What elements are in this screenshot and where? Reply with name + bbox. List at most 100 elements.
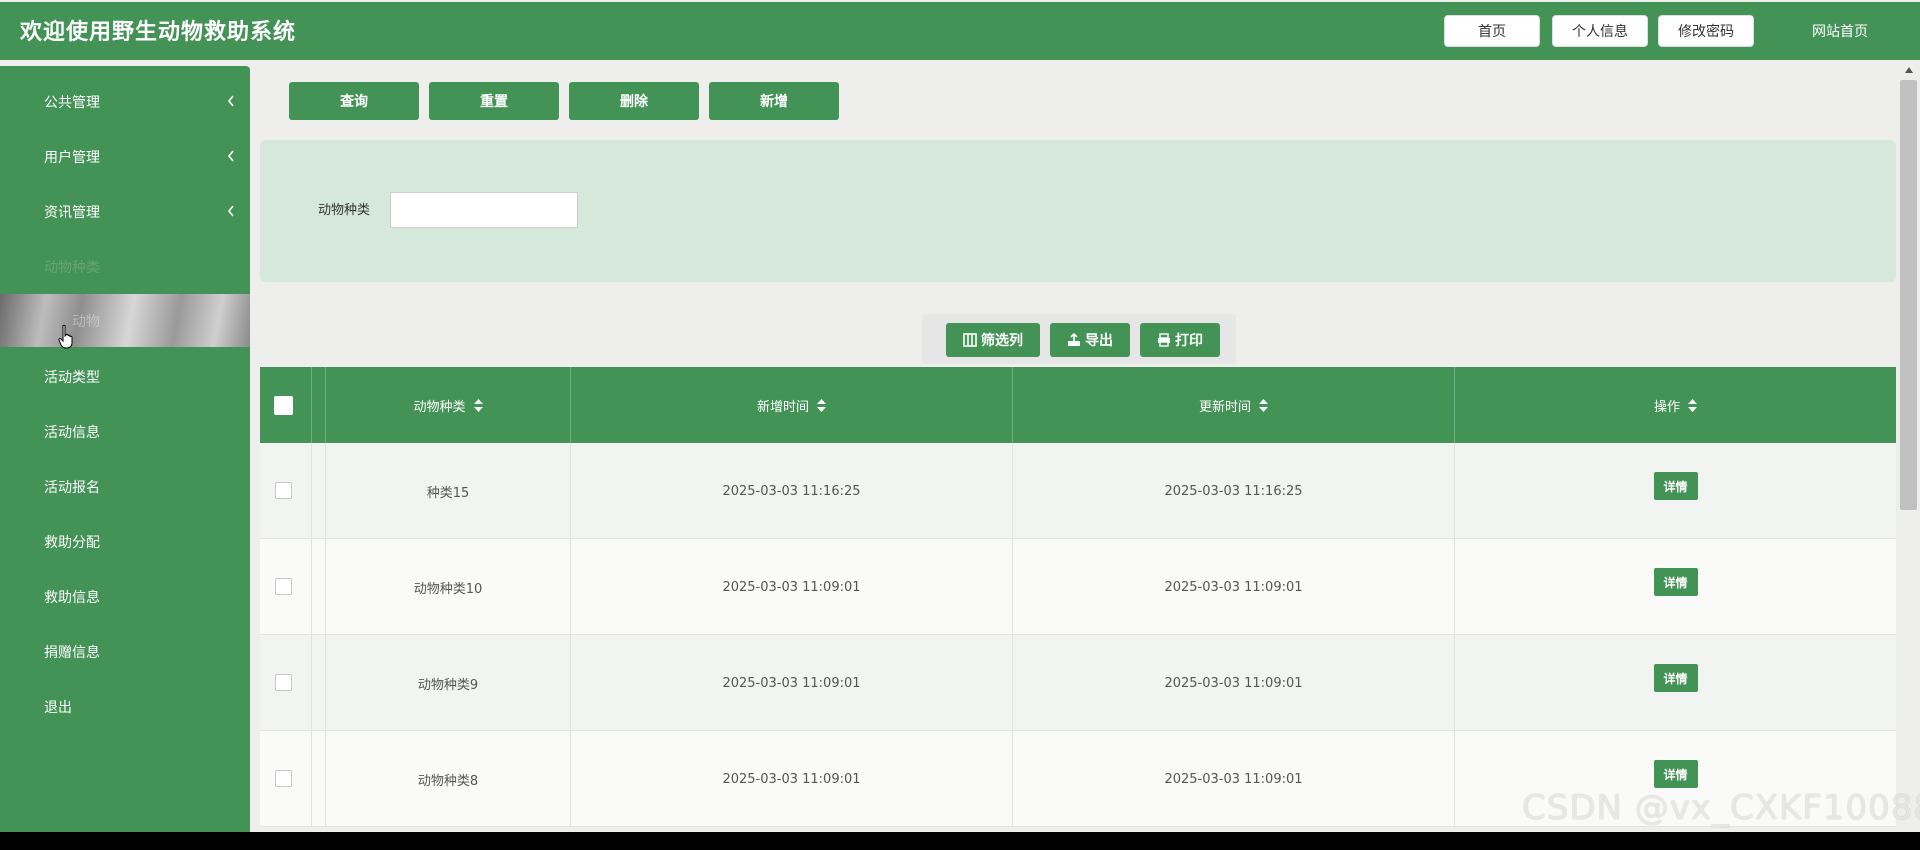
column-header-updated[interactable]: 更新时间 [1013,367,1455,443]
delete-button[interactable]: 删除 [569,82,699,120]
select-all-checkbox[interactable] [274,396,293,415]
sidebar-item-label: 捐赠信息 [44,644,100,661]
row-spacer [312,731,326,827]
column-header-label: 新增时间 [756,399,809,415]
sidebar-item-activity-info[interactable]: 活动信息 [0,404,250,459]
sidebar-item-animal-category[interactable]: 动物种类 [0,239,250,294]
row-spacer [312,443,326,539]
scrollbar-thumb[interactable] [1900,80,1917,510]
printer-icon [1158,333,1170,347]
vertical-scrollbar[interactable] [1897,62,1920,832]
sort-icon [817,398,826,412]
detail-button[interactable]: 详情 [1653,664,1698,692]
sidebar-item-label: 活动信息 [44,424,100,441]
row-select-cell [260,635,312,731]
export-button[interactable]: 导出 [1050,323,1130,357]
filter-columns-label: 筛选列 [981,333,1023,349]
search-panel: 动物种类 [260,140,1896,282]
table-header: 动物种类 新增时间 更新时间 操作 [260,367,1896,443]
add-button[interactable]: 新增 [709,82,839,120]
export-icon [1068,333,1080,346]
sidebar: 公共管理 用户管理 资讯管理 动物种类 动物 活动类型 活动信息 活动报名 救助… [0,66,250,832]
cell-updated: 2025-03-03 11:09:01 [1013,731,1455,827]
table-row: 动物种类10 2025-03-03 11:09:01 2025-03-03 11… [260,539,1896,635]
app-title: 欢迎使用野生动物救助系统 [20,20,297,45]
sidebar-item-logout[interactable]: 退出 [0,679,250,734]
reset-button[interactable]: 重置 [429,82,559,120]
sort-icon [473,398,483,412]
column-header-created[interactable]: 新增时间 [571,367,1013,443]
column-header-label: 更新时间 [1198,399,1251,415]
row-select-cell [260,731,312,827]
cell-updated: 2025-03-03 11:09:01 [1013,635,1455,731]
sidebar-item-user-management[interactable]: 用户管理 [0,129,250,184]
sidebar-item-label: 动物种类 [44,259,100,276]
sidebar-item-label: 公共管理 [44,94,100,111]
watermark-text: CSDN @vx_CXKF10088 [1522,788,1920,828]
query-button[interactable]: 查询 [289,82,419,120]
table-row: 种类15 2025-03-03 11:16:25 2025-03-03 11:1… [260,443,1896,539]
home-button[interactable]: 首页 [1444,15,1540,47]
sidebar-item-public-management[interactable]: 公共管理 [0,74,250,129]
app-window: 欢迎使用野生动物救助系统 首页 个人信息 修改密码 网站首页 公共管理 用户管理… [0,0,1920,832]
profile-button[interactable]: 个人信息 [1552,15,1648,47]
sidebar-item-label: 退出 [44,699,72,716]
detail-button[interactable]: 详情 [1653,472,1698,500]
sidebar-item-activity-signup[interactable]: 活动报名 [0,459,250,514]
sidebar-item-rescue-assignment[interactable]: 救助分配 [0,514,250,569]
row-spacer [312,539,326,635]
row-spacer [312,635,326,731]
cell-created: 2025-03-03 11:09:01 [571,539,1013,635]
cell-actions: 详情 [1455,443,1896,539]
print-label: 打印 [1175,333,1203,349]
cell-actions: 详情 [1455,539,1896,635]
chevron-left-icon [227,150,234,162]
detail-button[interactable]: 详情 [1653,760,1698,788]
sort-icon [1688,398,1697,412]
export-label: 导出 [1085,333,1113,349]
row-checkbox[interactable] [275,674,292,691]
row-select-cell [260,443,312,539]
cell-created: 2025-03-03 11:16:25 [571,443,1013,539]
sidebar-item-news-management[interactable]: 资讯管理 [0,184,250,239]
cell-category: 动物种类8 [326,731,571,827]
cell-category: 动物种类10 [326,539,571,635]
row-checkbox[interactable] [275,770,292,787]
print-button[interactable]: 打印 [1140,323,1220,357]
chevron-left-icon [227,205,234,217]
sidebar-item-label: 活动报名 [44,479,100,496]
row-checkbox[interactable] [275,578,292,595]
columns-icon [963,333,977,347]
sort-icon [1259,398,1268,412]
cell-created: 2025-03-03 11:09:01 [571,635,1013,731]
sidebar-item-animal[interactable]: 动物 [0,294,250,347]
filter-columns-button[interactable]: 筛选列 [946,323,1040,357]
cell-category: 种类15 [326,443,571,539]
chevron-left-icon [227,95,234,107]
column-header-actions[interactable]: 操作 [1455,367,1896,443]
table-row: 动物种类9 2025-03-03 11:09:01 2025-03-03 11:… [260,635,1896,731]
hand-cursor-icon [58,324,73,349]
sidebar-item-donation-info[interactable]: 捐赠信息 [0,624,250,679]
site-home-link[interactable]: 网站首页 [1812,21,1868,41]
select-all-cell [260,367,312,443]
row-select-cell [260,539,312,635]
top-header: 欢迎使用野生动物救助系统 首页 个人信息 修改密码 网站首页 [0,2,1920,60]
column-header-label: 动物种类 [413,399,466,415]
cell-created: 2025-03-03 11:09:01 [571,731,1013,827]
scroll-up-arrow-icon[interactable] [1904,66,1914,74]
search-label: 动物种类 [318,203,371,218]
cell-actions: 详情 [1455,635,1896,731]
sidebar-item-label: 救助分配 [44,534,100,551]
sidebar-item-rescue-info[interactable]: 救助信息 [0,569,250,624]
sidebar-item-label: 资讯管理 [44,204,100,221]
animal-category-search-input[interactable] [390,192,578,228]
change-password-button[interactable]: 修改密码 [1658,15,1754,47]
sidebar-item-label: 活动类型 [44,369,100,386]
row-checkbox[interactable] [275,482,292,499]
sidebar-item-label: 用户管理 [44,149,100,166]
sidebar-item-activity-type[interactable]: 活动类型 [0,349,250,404]
cell-updated: 2025-03-03 11:09:01 [1013,539,1455,635]
column-header-category[interactable]: 动物种类 [326,367,571,443]
detail-button[interactable]: 详情 [1653,568,1698,596]
